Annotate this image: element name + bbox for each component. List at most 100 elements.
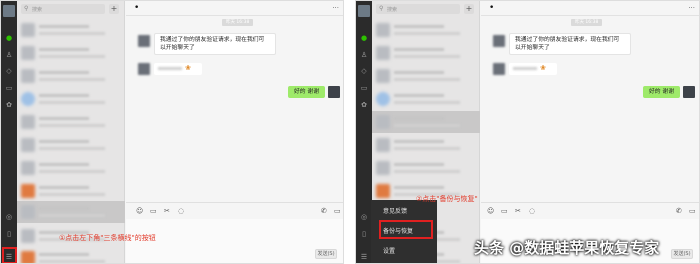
list-item[interactable] xyxy=(17,88,125,110)
emoji-button-icon[interactable]: ☺ xyxy=(136,207,143,215)
folder-icon[interactable]: ▭ xyxy=(501,207,508,215)
phone-icon[interactable]: ▯ xyxy=(360,230,368,238)
divider xyxy=(481,15,699,16)
video-call-icon[interactable]: ▭ xyxy=(689,207,696,215)
peer-avatar xyxy=(493,35,505,47)
search-icon: ⚲ xyxy=(379,5,384,12)
list-item[interactable] xyxy=(17,42,125,64)
self-avatar xyxy=(328,86,340,98)
chat-pane: • ··· 昨天 16:38 我通过了你的朋友验证请求，现在我们可 以开始聊天了… xyxy=(481,1,699,263)
add-button[interactable]: + xyxy=(109,4,119,14)
emoji-icon: ❀ xyxy=(185,64,191,72)
emoji-button-icon[interactable]: ☺ xyxy=(487,207,494,215)
list-item[interactable] xyxy=(372,157,480,179)
list-item[interactable] xyxy=(17,180,125,202)
greeting-line-1: 我通过了你的朋友验证请求，现在我们可 xyxy=(160,37,265,43)
list-item[interactable] xyxy=(17,157,125,179)
contacts-icon[interactable]: ♙ xyxy=(360,51,368,59)
greeting-line-2: 以开始聊天了 xyxy=(160,45,195,51)
moments-icon[interactable]: ✿ xyxy=(360,101,368,109)
search-input[interactable]: 搜索 xyxy=(387,6,397,13)
greeting-bubble: 我通过了你的朋友验证请求，现在我们可 以开始聊天了 xyxy=(509,33,631,55)
chat-list: ⚲ 搜索 + xyxy=(17,1,125,263)
blurred-message: ❀ xyxy=(154,63,202,75)
highlight-backup-restore xyxy=(379,220,433,239)
divider xyxy=(126,15,343,16)
self-avatar xyxy=(683,86,695,98)
highlight-menu-button xyxy=(2,247,17,263)
search-input[interactable]: 搜索 xyxy=(32,6,42,13)
peer-avatar xyxy=(493,63,505,75)
list-item[interactable] xyxy=(372,42,480,64)
favorites-icon[interactable]: ◇ xyxy=(5,67,13,75)
nav-rail: ● ♙ ◇ ▭ ✿ ◎ ▯ ☰ xyxy=(1,1,17,263)
message-input[interactable] xyxy=(126,219,343,263)
list-item[interactable] xyxy=(17,111,125,133)
scissors-icon[interactable]: ✂ xyxy=(164,207,170,215)
list-item[interactable] xyxy=(17,247,125,263)
timestamp: 昨天 16:38 xyxy=(222,19,254,26)
user-avatar[interactable] xyxy=(358,5,370,17)
greeting-line-1: 我通过了你的朋友验证请求，现在我们可 xyxy=(515,37,620,43)
reply-bubble: 好的 谢谢 xyxy=(643,86,681,98)
miniprogram-icon[interactable]: ◎ xyxy=(5,213,13,221)
greeting-line-2: 以开始聊天了 xyxy=(515,45,550,51)
annotation-step-1: ①点击左下角"三条横线"的按钮 xyxy=(59,234,156,242)
emoji-icon: ❀ xyxy=(540,64,546,72)
list-item[interactable] xyxy=(372,19,480,41)
user-avatar[interactable] xyxy=(3,5,15,17)
voice-call-icon[interactable]: ✆ xyxy=(321,207,327,215)
files-icon[interactable]: ▭ xyxy=(360,84,368,92)
menu-item-settings[interactable]: 设置 xyxy=(371,242,437,262)
chat-title: • xyxy=(134,3,140,13)
send-button[interactable]: 发送(S) xyxy=(315,249,337,259)
blurred-message: ❀ xyxy=(509,63,557,75)
timestamp: 昨天 16:38 xyxy=(571,19,603,26)
list-item[interactable] xyxy=(17,65,125,87)
list-item[interactable] xyxy=(17,19,125,41)
scissors-icon[interactable]: ✂ xyxy=(515,207,521,215)
list-item[interactable] xyxy=(17,134,125,156)
folder-icon[interactable]: ▭ xyxy=(150,207,157,215)
chat-history-icon[interactable]: ◌ xyxy=(178,207,184,215)
peer-avatar xyxy=(138,35,150,47)
favorites-icon[interactable]: ◇ xyxy=(360,67,368,75)
files-icon[interactable]: ▭ xyxy=(5,84,13,92)
list-item-selected[interactable] xyxy=(372,111,480,133)
search-box[interactable]: ⚲ 搜索 xyxy=(21,4,105,14)
nav-rail: ● ♙ ◇ ▭ ✿ ◎ ▯ ☰ xyxy=(356,1,372,263)
menu-icon[interactable]: ☰ xyxy=(360,253,368,261)
menu-item-feedback[interactable]: 意见反馈 xyxy=(371,202,437,222)
list-item[interactable] xyxy=(372,88,480,110)
chat-history-icon[interactable]: ◌ xyxy=(529,207,535,215)
add-button[interactable]: + xyxy=(464,4,474,14)
more-icon[interactable]: ··· xyxy=(332,4,339,12)
divider xyxy=(344,0,355,264)
divider xyxy=(126,202,343,203)
chat-title: • xyxy=(489,3,495,13)
watermark: 头条 @数据蛙苹果恢复专家 xyxy=(474,239,660,257)
list-item[interactable] xyxy=(372,134,480,156)
video-call-icon[interactable]: ▭ xyxy=(334,207,341,215)
chat-pane: • ··· 昨天 16:38 我通过了你的朋友验证请求，现在我们可 以开始聊天了… xyxy=(126,1,343,263)
send-button[interactable]: 发送(S) xyxy=(671,249,693,259)
search-icon: ⚲ xyxy=(24,5,29,12)
reply-bubble: 好的 谢谢 xyxy=(288,86,326,98)
list-item[interactable] xyxy=(372,65,480,87)
annotation-step-2: ②点击"备份与恢复" xyxy=(416,195,478,203)
search-box[interactable]: ⚲ 搜索 xyxy=(376,4,460,14)
phone-icon[interactable]: ▯ xyxy=(5,230,13,238)
peer-avatar xyxy=(138,63,150,75)
more-icon[interactable]: ··· xyxy=(688,4,695,12)
voice-call-icon[interactable]: ✆ xyxy=(676,207,682,215)
greeting-bubble: 我通过了你的朋友验证请求，现在我们可 以开始聊天了 xyxy=(154,33,276,55)
miniprogram-icon[interactable]: ◎ xyxy=(360,213,368,221)
wechat-window-right: ● ♙ ◇ ▭ ✿ ◎ ▯ ☰ ⚲ 搜索 + • ··· 昨天 16:38 我通… xyxy=(355,0,700,264)
list-item-selected[interactable] xyxy=(17,201,125,223)
wechat-window-left: ● ♙ ◇ ▭ ✿ ◎ ▯ ☰ ⚲ 搜索 + • ··· 昨天 16:38 我通… xyxy=(0,0,344,264)
chat-icon[interactable]: ● xyxy=(5,34,13,42)
contacts-icon[interactable]: ♙ xyxy=(5,51,13,59)
divider xyxy=(481,202,699,203)
moments-icon[interactable]: ✿ xyxy=(5,101,13,109)
chat-icon[interactable]: ● xyxy=(360,34,368,42)
